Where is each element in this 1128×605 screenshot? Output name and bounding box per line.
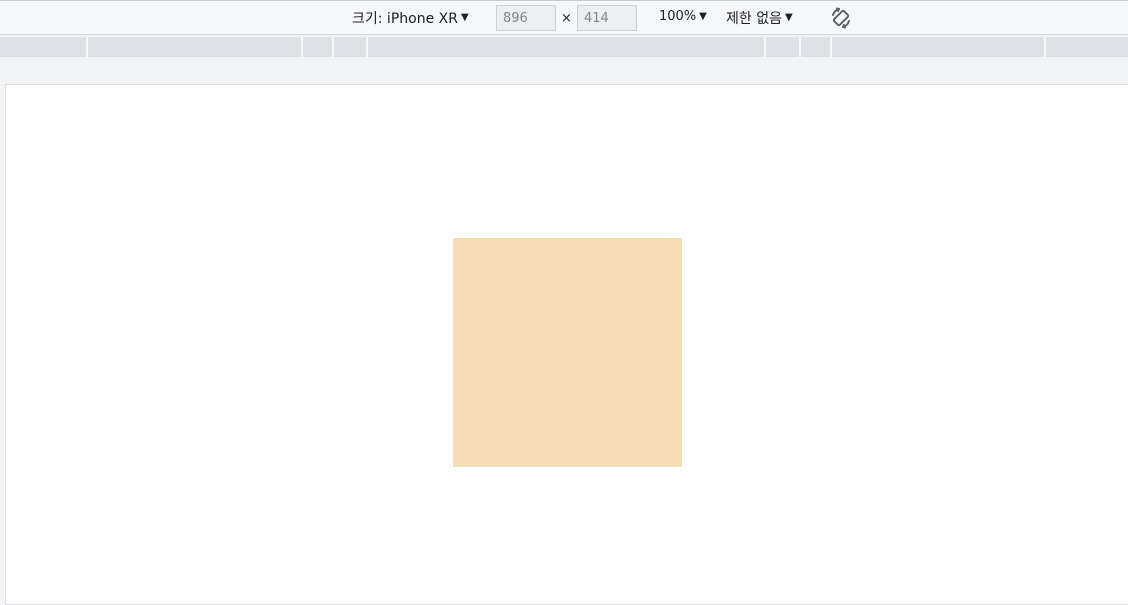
media-query-divider [1044, 37, 1046, 57]
caret-down-icon: ▼ [784, 12, 793, 23]
media-query-divider [799, 37, 801, 57]
caret-down-icon: ▼ [699, 10, 707, 22]
media-query-divider [301, 37, 303, 57]
media-query-divider [366, 37, 368, 57]
media-query-divider [86, 37, 88, 57]
device-toolbar: 크기: iPhone XR ▼ × 100% ▼ 제한 없음 ▼ [0, 0, 1128, 35]
dimension-separator: × [561, 11, 572, 26]
zoom-dropdown[interactable]: 100% ▼ [659, 9, 707, 24]
media-query-bar[interactable] [0, 37, 1128, 57]
zoom-label: 100% [659, 9, 697, 24]
rotate-button[interactable] [829, 6, 853, 30]
device-dropdown[interactable]: 크기: iPhone XR ▼ [352, 8, 469, 28]
width-input[interactable] [496, 5, 556, 31]
device-label: 크기: iPhone XR [352, 11, 458, 27]
media-query-divider [830, 37, 832, 57]
device-viewport [5, 84, 1128, 605]
height-input[interactable] [577, 5, 637, 31]
rotate-icon [832, 7, 850, 29]
wheat-square [453, 238, 682, 467]
media-query-divider [764, 37, 766, 57]
throttle-label: 제한 없음 [726, 11, 782, 27]
caret-down-icon: ▼ [460, 12, 469, 23]
media-query-divider [332, 37, 334, 57]
throttle-dropdown[interactable]: 제한 없음 ▼ [726, 8, 793, 28]
